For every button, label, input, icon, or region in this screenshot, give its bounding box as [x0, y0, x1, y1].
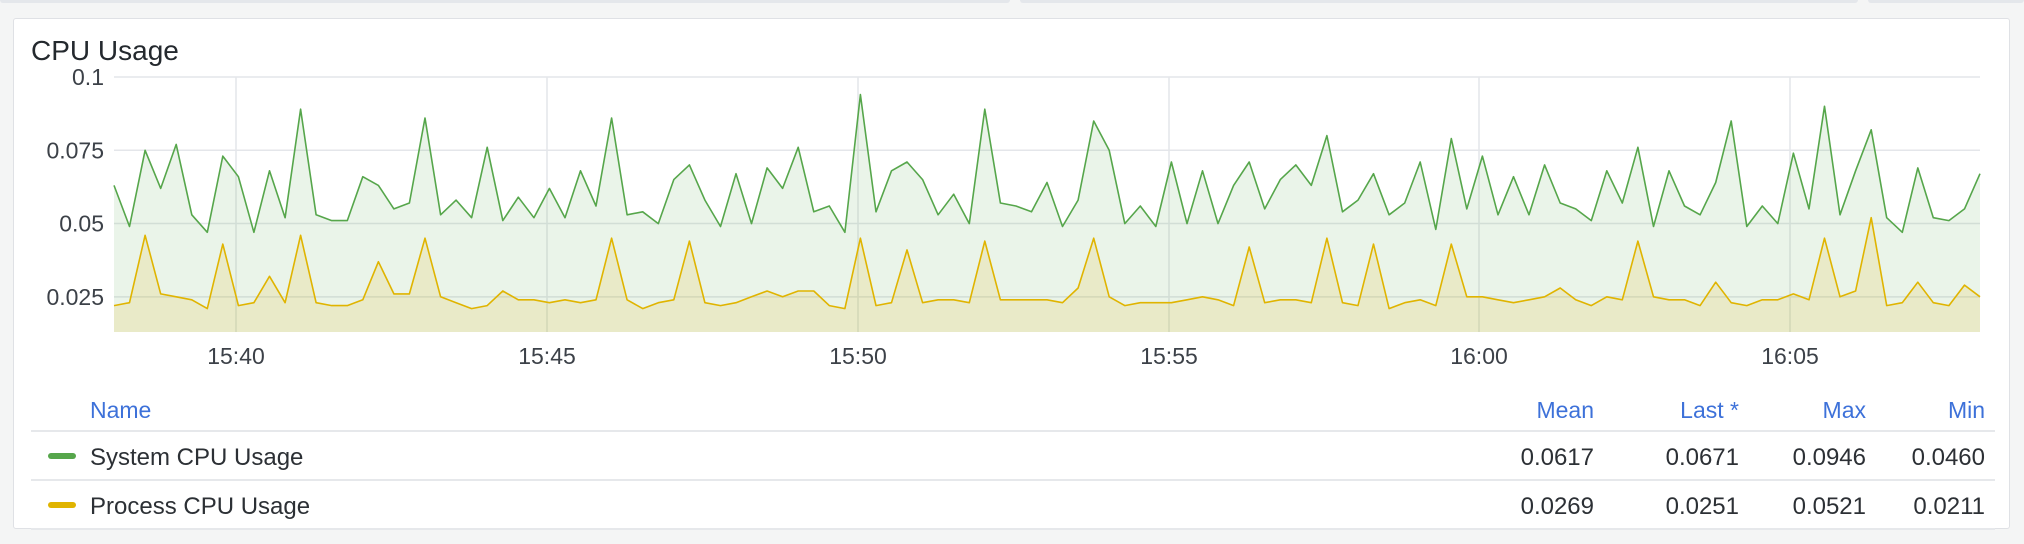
series-mean-value: 0.0617	[1520, 444, 1594, 471]
y-tick-label: 0.025	[46, 284, 104, 310]
series-last-value: 0.0671	[1665, 444, 1739, 471]
x-axis-ticks: 15:40 15:45 15:50 15:55 16:00 16:05	[207, 343, 1819, 369]
legend-header-row: Name Mean Last * Max Min	[31, 383, 1995, 432]
y-axis-ticks: 0.025 0.05 0.075 0.1	[46, 64, 104, 310]
y-tick-label: 0.075	[46, 137, 104, 163]
series-name[interactable]: System CPU Usage	[90, 444, 303, 472]
series-color-swatch[interactable]	[48, 502, 76, 508]
upper-panel-edge-middle	[1020, 0, 1858, 3]
upper-panel-edge-right	[1868, 0, 2024, 3]
legend-header-max[interactable]: Max	[1823, 397, 1866, 424]
series-color-swatch[interactable]	[48, 453, 76, 459]
series-min-value: 0.0211	[1913, 493, 1985, 520]
cpu-usage-panel: CPU Usage 0.025 0.05 0.075 0.1 15:40 15:45 15…	[13, 18, 2011, 530]
series-max-value: 0.0946	[1792, 444, 1866, 471]
legend-header-min[interactable]: Min	[1948, 397, 1985, 424]
x-tick-label: 16:00	[1450, 343, 1508, 369]
x-tick-label: 16:05	[1761, 343, 1819, 369]
series-mean-value: 0.0269	[1520, 493, 1594, 520]
legend-row-system-cpu[interactable]: System CPU Usage 0.0617 0.0671 0.0946 0.…	[31, 432, 1995, 481]
legend-table: Name Mean Last * Max Min System CPU Usag…	[31, 383, 1995, 530]
legend-row-process-cpu[interactable]: Process CPU Usage 0.0269 0.0251 0.0521 0…	[31, 481, 1995, 530]
series-max-value: 0.0521	[1792, 493, 1866, 520]
x-tick-label: 15:55	[1140, 343, 1198, 369]
time-series-chart[interactable]: 0.025 0.05 0.075 0.1 15:40 15:45 15:50 15:55 16…	[14, 19, 2011, 379]
y-tick-label: 0.1	[72, 64, 104, 90]
series-min-value: 0.0460	[1911, 444, 1985, 471]
y-tick-label: 0.05	[59, 211, 104, 237]
legend-header-name[interactable]: Name	[90, 397, 151, 424]
series-last-value: 0.0251	[1665, 493, 1739, 520]
legend-header-mean[interactable]: Mean	[1536, 397, 1594, 424]
x-tick-label: 15:45	[518, 343, 576, 369]
legend-header-last[interactable]: Last *	[1680, 397, 1739, 424]
x-tick-label: 15:50	[829, 343, 887, 369]
top-panel-edges	[0, 0, 2024, 8]
series-name[interactable]: Process CPU Usage	[90, 493, 310, 521]
upper-panel-edge-left	[0, 0, 1010, 3]
x-tick-label: 15:40	[207, 343, 265, 369]
